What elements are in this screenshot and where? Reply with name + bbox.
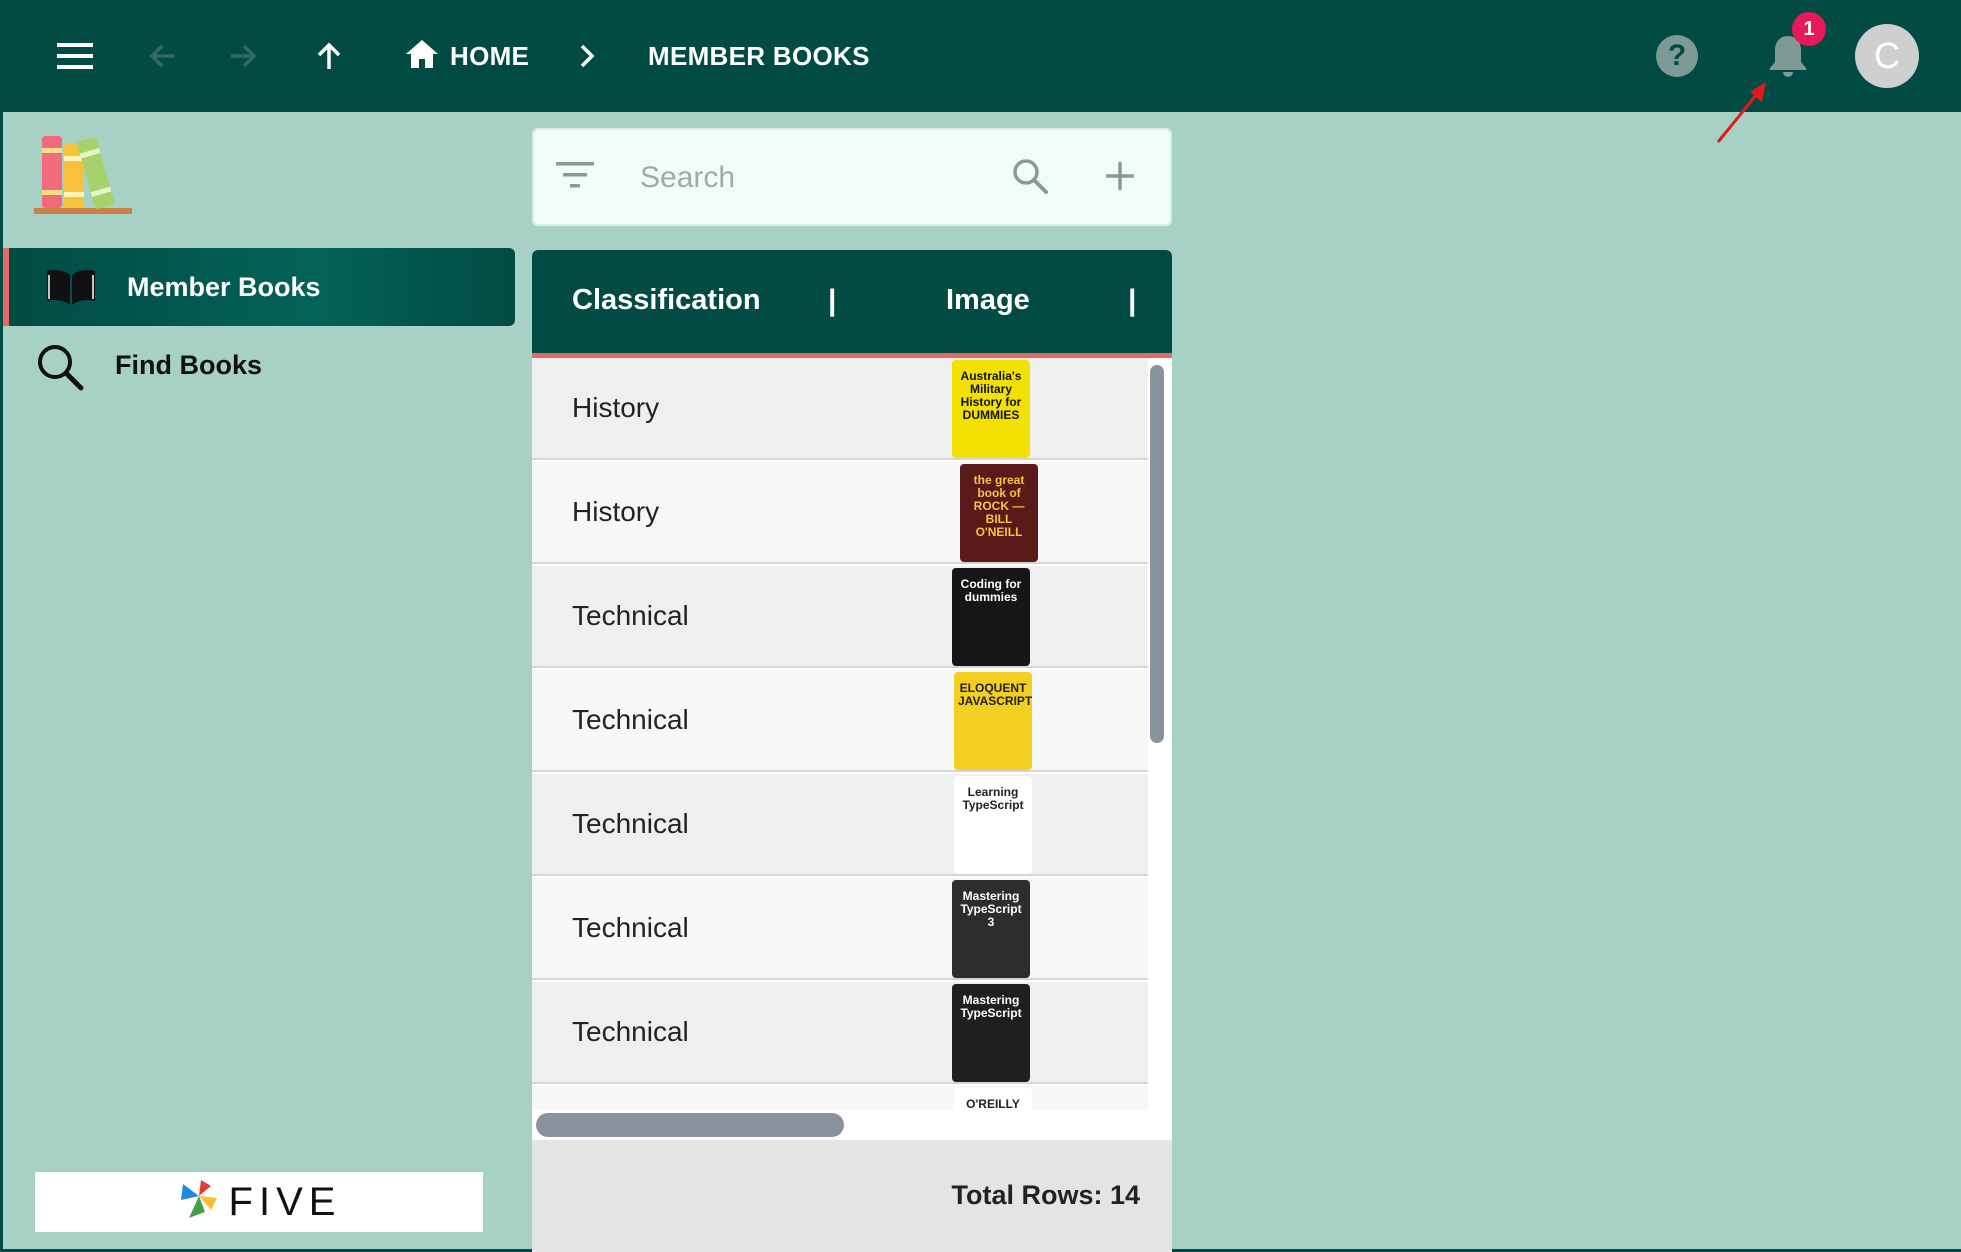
help-button[interactable]: ? (1656, 35, 1698, 77)
table-row[interactable]: Technical Coding for dummies (532, 566, 1148, 668)
sidebar-item-find-books[interactable]: Find Books (3, 326, 515, 404)
chevron-right-icon (572, 36, 602, 81)
classification-cell: Technical (572, 912, 689, 943)
search-input[interactable] (638, 154, 1002, 202)
add-icon[interactable] (1100, 156, 1140, 201)
book-cover-title: Australia's Military History for DUMMIES (960, 369, 1022, 422)
book-cover-title: Mastering TypeScript (960, 993, 1022, 1020)
up-arrow-icon[interactable] (309, 36, 349, 76)
table-row[interactable]: Technical Mastering TypeScript 3 (532, 878, 1148, 980)
classification-cell: History (572, 496, 660, 527)
classification-cell: Technical (572, 704, 689, 735)
sidebar-item-label: Find Books (115, 349, 262, 380)
classification-cell: History (572, 392, 660, 423)
breadcrumb-home[interactable]: HOME (404, 36, 529, 76)
help-icon: ? (1667, 39, 1687, 72)
search-bar (532, 128, 1172, 226)
table-row[interactable]: History the great book of ROCK — BILL O'N… (532, 462, 1148, 564)
breadcrumb-home-label: HOME (450, 40, 530, 71)
table-row[interactable]: Technical Mastering TypeScript (532, 982, 1148, 1084)
classification-cell: Technical (572, 808, 689, 839)
vertical-scrollbar-thumb[interactable] (1150, 365, 1164, 743)
breadcrumb-current: MEMBER BOOKS (648, 36, 870, 76)
book-cover-title: ELOQUENT JAVASCRIPT (958, 681, 1032, 708)
breadcrumb-current-label: MEMBER BOOKS (648, 40, 870, 71)
search-icon[interactable] (1010, 156, 1050, 201)
horizontal-scrollbar-thumb[interactable] (536, 1113, 844, 1137)
avatar-initial: C (1874, 35, 1900, 76)
book-cover-title: Mastering TypeScript 3 (960, 889, 1022, 929)
book-cover-title: Learning TypeScript (962, 785, 1024, 812)
table-row[interactable]: Technical Learning TypeScript (532, 774, 1148, 876)
classification-cell: Technical (572, 600, 689, 631)
five-brand-logo: FIVE (35, 1172, 483, 1232)
book-cover-image: Coding for dummies (952, 568, 1030, 666)
member-books-table: Classification | Image | History Australi… (532, 250, 1172, 1252)
annotation-arrow-icon (1712, 78, 1772, 151)
book-cover-image: the great book of ROCK — BILL O'NEILL (960, 464, 1038, 562)
home-icon (404, 38, 440, 75)
book-cover-image: ELOQUENT JAVASCRIPT (954, 672, 1032, 770)
book-cover-title: O'REILLY Programming (966, 1097, 1020, 1111)
table-row[interactable]: History Australia's Military History for … (532, 358, 1148, 460)
sidebar-item-member-books[interactable]: Member Books (3, 248, 515, 326)
classification-cell: Technical (572, 1016, 689, 1047)
column-resize-handle[interactable]: | (1128, 284, 1136, 318)
notification-badge: 1 (1792, 12, 1826, 46)
total-rows-label: Total Rows: 14 (951, 1180, 1140, 1210)
column-header-classification[interactable]: Classification (572, 284, 761, 317)
five-brand-text: FIVE (228, 1179, 342, 1224)
sidebar-item-label: Member Books (127, 271, 321, 302)
book-cover-title: Coding for dummies (960, 577, 1022, 604)
avatar[interactable]: C (1855, 24, 1919, 88)
book-cover-image: O'REILLY Programming (954, 1088, 1032, 1110)
search-icon (35, 342, 85, 397)
table-body: History Australia's Military History for … (532, 358, 1148, 1110)
filter-icon[interactable] (556, 160, 594, 195)
app-logo (34, 130, 132, 219)
back-arrow-icon[interactable] (143, 36, 183, 76)
open-book-icon (45, 267, 97, 312)
table-header: Classification | Image | (532, 250, 1172, 358)
five-logo-icon (177, 1178, 221, 1227)
column-resize-handle[interactable]: | (828, 284, 836, 318)
forward-arrow-icon[interactable] (223, 36, 263, 76)
table-footer: Total Rows: 14 (532, 1140, 1172, 1252)
menu-icon[interactable] (55, 36, 95, 76)
top-bar: HOME MEMBER BOOKS ? 1 C (0, 0, 1961, 112)
column-header-image[interactable]: Image (946, 284, 1030, 317)
window-frame-left (0, 0, 3, 1252)
book-cover-title: the great book of ROCK — BILL O'NEILL (973, 473, 1025, 539)
table-row[interactable]: Technical ELOQUENT JAVASCRIPT (532, 670, 1148, 772)
book-cover-image: Mastering TypeScript 3 (952, 880, 1030, 978)
book-cover-image: Australia's Military History for DUMMIES (952, 360, 1030, 458)
table-row[interactable]: O'REILLY Programming (532, 1086, 1148, 1110)
book-cover-image: Learning TypeScript (954, 776, 1032, 874)
book-cover-image: Mastering TypeScript (952, 984, 1030, 1082)
